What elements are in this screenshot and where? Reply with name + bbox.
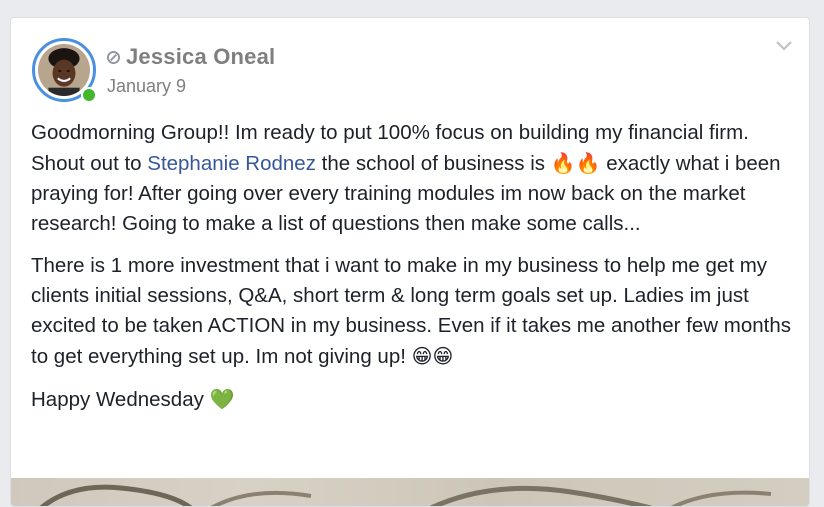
grin-emoji: 😁😁	[411, 344, 454, 368]
post-paragraph-2: There is 1 more investment that i want t…	[31, 251, 801, 372]
post-text-segment: the school of business is	[315, 152, 551, 175]
post-card: Jessica Oneal January 9 Goodmorning Grou…	[10, 17, 810, 507]
post-date[interactable]: January 9	[107, 76, 186, 97]
photo-content	[39, 484, 772, 506]
post-paragraph-3: Happy Wednesday 💚	[31, 384, 801, 415]
admin-badge-icon	[107, 50, 120, 64]
avatar-container[interactable]	[32, 38, 97, 103]
author-name[interactable]: Jessica Oneal	[126, 44, 275, 70]
green-heart-emoji: 💚	[209, 387, 235, 411]
post-text: Goodmorning Group!! Im ready to put 100%…	[31, 118, 801, 427]
post-photo[interactable]	[11, 478, 809, 506]
profile-photo	[38, 44, 90, 96]
fire-emoji: 🔥🔥	[550, 151, 601, 175]
author-row: Jessica Oneal	[107, 44, 275, 70]
post-paragraph-1: Goodmorning Group!! Im ready to put 100%…	[31, 118, 801, 239]
mention-link[interactable]: Stephanie Rodnez	[147, 152, 316, 175]
chevron-down-icon[interactable]	[775, 40, 793, 52]
online-status-dot	[81, 87, 97, 103]
post-text-segment: Happy Wednesday	[31, 388, 210, 411]
